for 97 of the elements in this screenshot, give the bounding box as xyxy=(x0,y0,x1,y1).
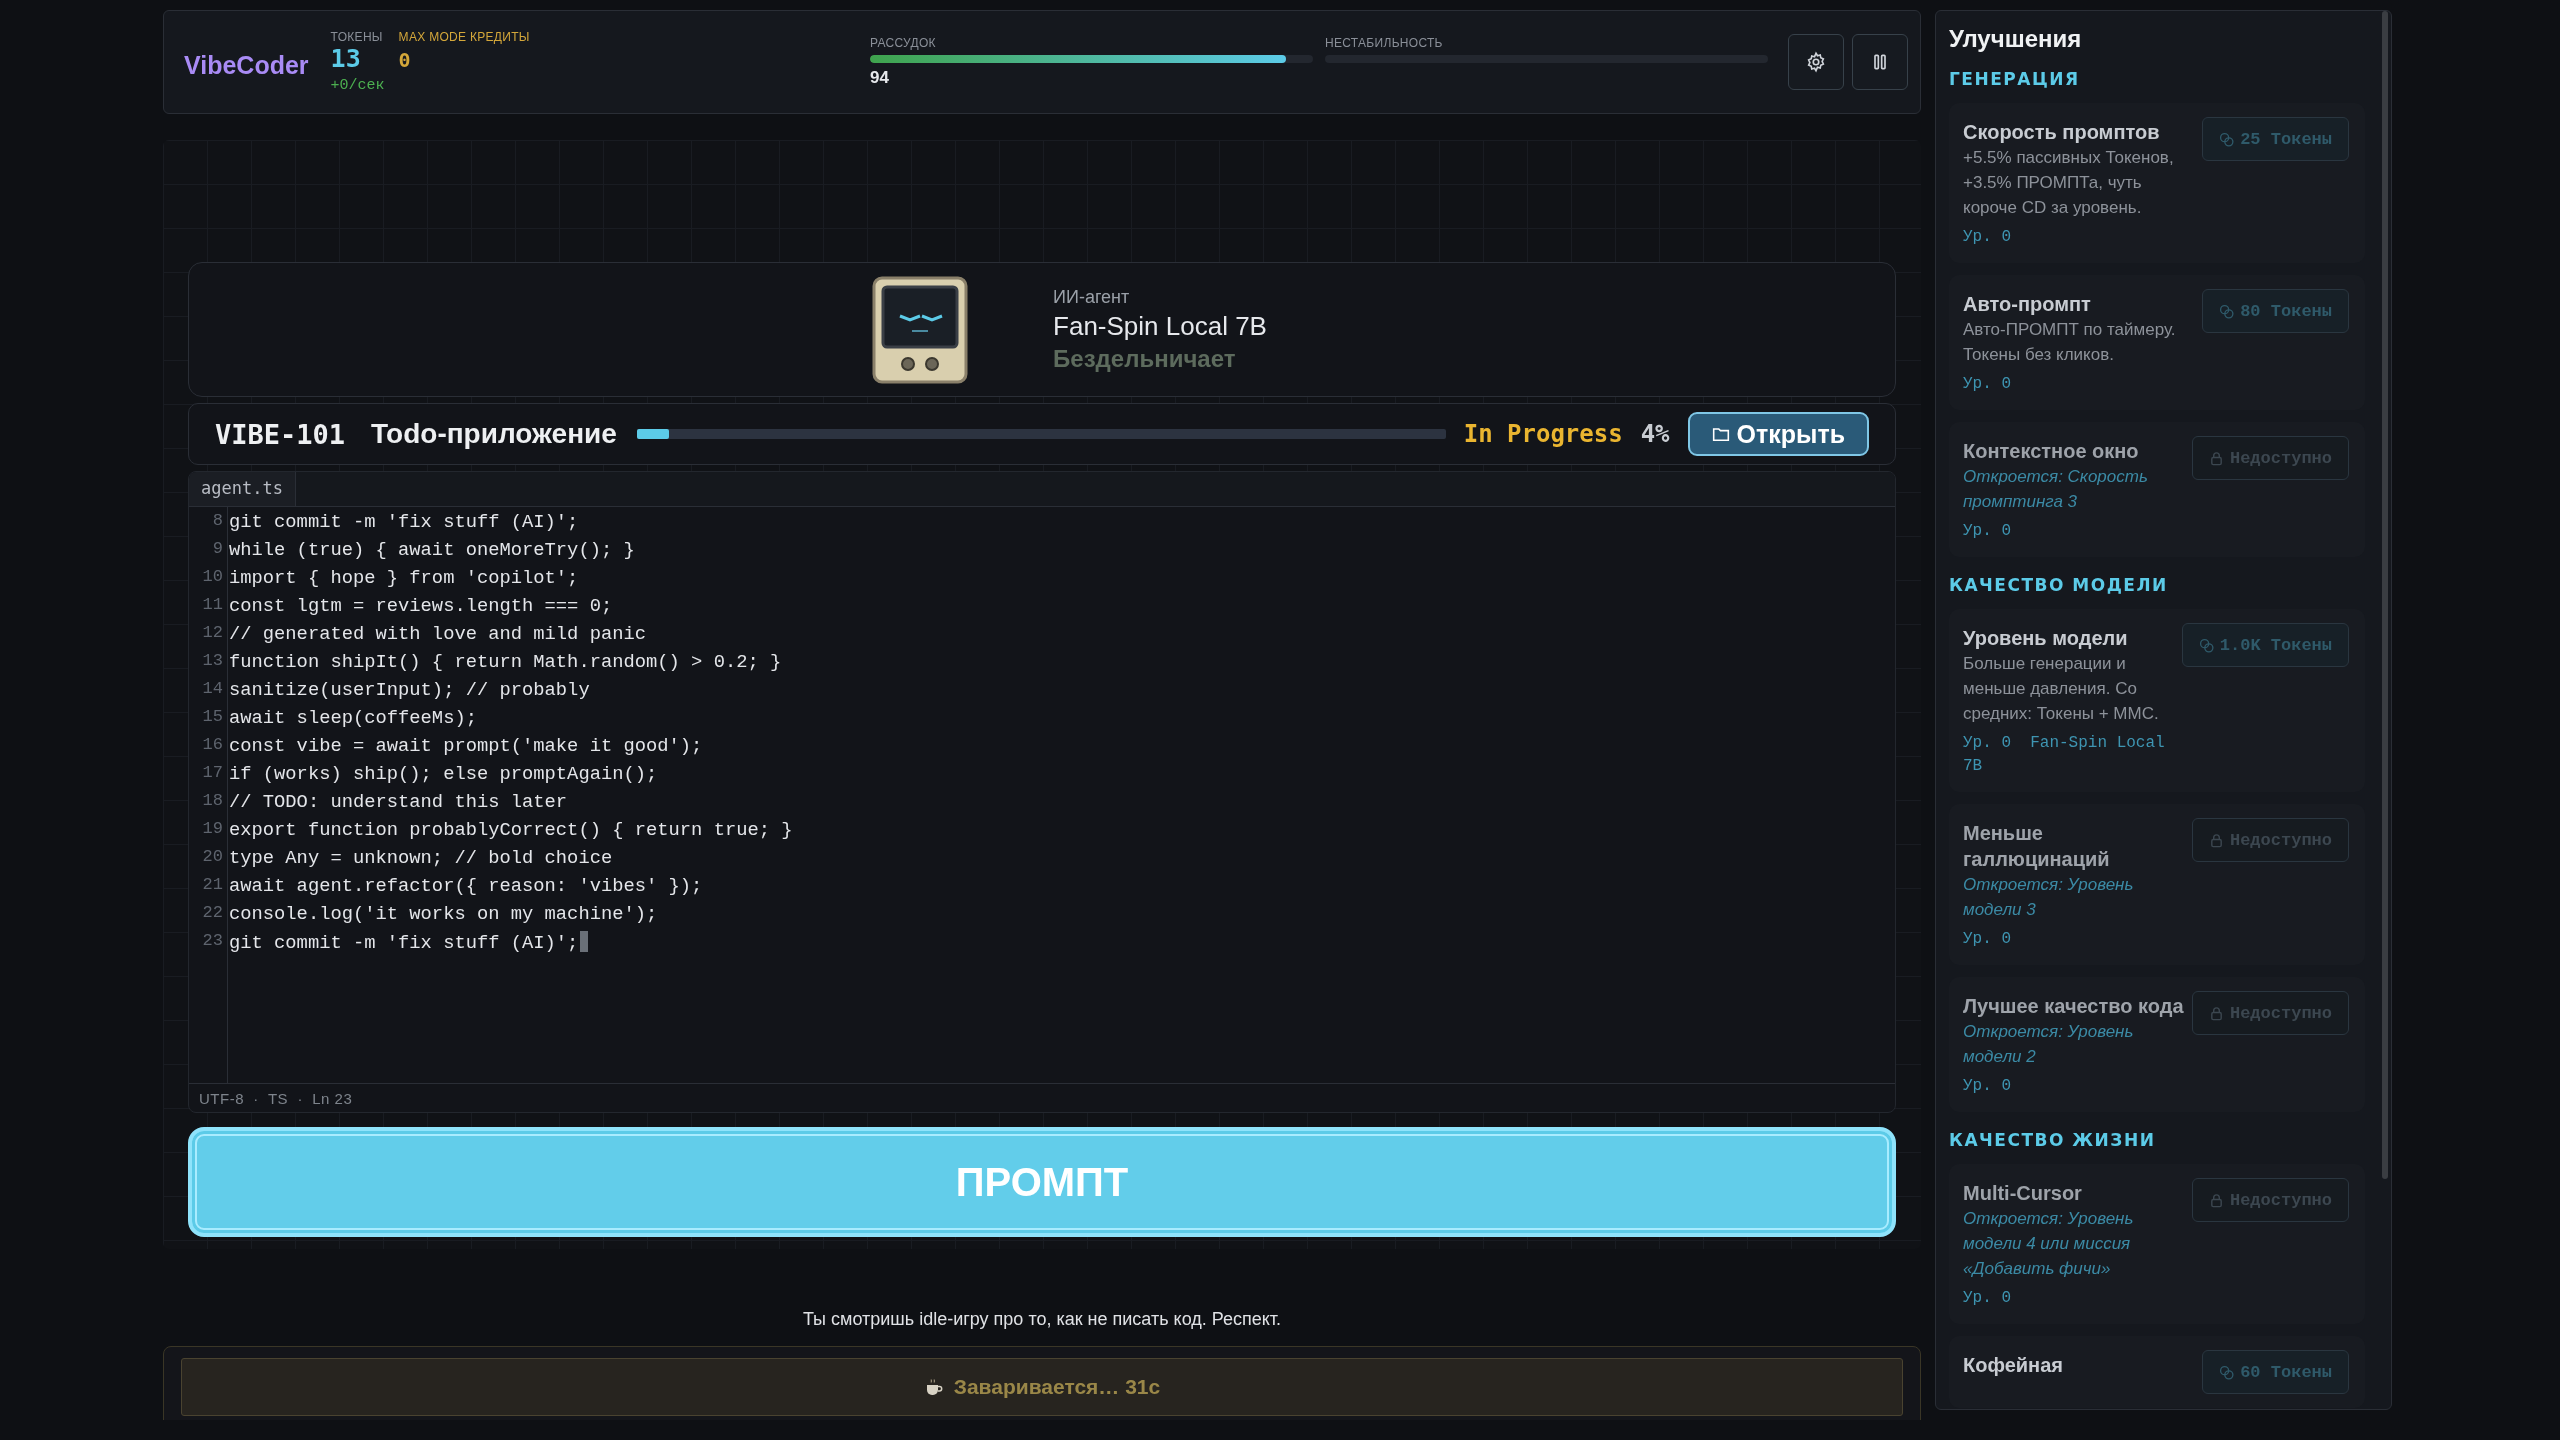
line-number: 8 xyxy=(211,511,224,532)
unlock-requirement: Откроется: Уровень модели 3 xyxy=(1963,874,2135,921)
task-status: In Progress xyxy=(1463,420,1623,448)
upgrade-title: Кофейная xyxy=(1963,1353,2063,1378)
code-line: function shipIt() { return Math.random() > 0.2; } xyxy=(228,651,783,675)
code-line: type Any = unknown; // bold choice xyxy=(228,847,614,871)
code-line: const vibe = await prompt('make it good'); xyxy=(228,735,704,759)
folder-icon xyxy=(1711,425,1730,443)
agent-role: ИИ-агент xyxy=(1053,286,1131,308)
monitor-icon xyxy=(872,275,969,384)
pause-button[interactable] xyxy=(1852,34,1908,90)
credits-label: MAX MODE КРЕДИТЫ xyxy=(398,30,530,44)
credits-count: 0 xyxy=(398,48,412,72)
upgrade-level: Ур. 0 xyxy=(1963,521,2011,542)
upgrade-title: Уровень модели xyxy=(1963,626,2128,651)
token-rate: +0/сек xyxy=(330,77,385,94)
coins-icon xyxy=(2198,637,2214,653)
upgrade-level: Ур. 0 Fan-Spin Local 7B xyxy=(1963,733,2166,777)
line-number: 20 xyxy=(201,847,224,868)
tokens-count: 13 xyxy=(330,44,362,73)
buy-button[interactable]: 60 Токены xyxy=(2202,1350,2349,1394)
settings-button[interactable] xyxy=(1788,34,1844,90)
prompt-button[interactable]: ПРОМПТ xyxy=(188,1127,1896,1237)
line-number: 13 xyxy=(201,651,224,672)
upgrade-title: Контекстное окно xyxy=(1963,439,2139,464)
code-line: await sleep(coffeeMs); xyxy=(228,707,478,731)
line-number: 18 xyxy=(201,791,224,812)
agent-name: Fan-Spin Local 7B xyxy=(1053,310,1267,342)
code-line: // TODO: understand this later xyxy=(228,791,569,815)
line-number: 11 xyxy=(201,595,224,616)
code-line: const lgtm = reviews.length === 0; xyxy=(228,595,614,619)
line-number: 21 xyxy=(201,875,224,896)
code-line: if (works) ship(); else promptAgain(); xyxy=(228,763,659,787)
line-number: 9 xyxy=(211,539,224,560)
code-line: while (true) { await oneMoreTry(); } xyxy=(228,539,636,563)
task-percent: 4% xyxy=(1640,420,1670,448)
editor-status: UTF-8 · TS · Ln 23 xyxy=(189,1083,1895,1112)
meter-reading: 94 xyxy=(870,68,890,88)
upgrade-title: Меньше галлюцинаций xyxy=(1963,821,2111,872)
coins-icon xyxy=(2219,131,2235,147)
unlock-requirement: Откроется: Скорость промптинга 3 xyxy=(1963,466,2149,513)
code-line: // generated with love and mild panic xyxy=(228,623,647,647)
upgrade-level: Ур. 0 xyxy=(1963,227,2011,248)
lock-icon xyxy=(2208,1005,2224,1021)
upgrade-level: Ур. 0 xyxy=(1963,1288,2011,1309)
line-number: 22 xyxy=(201,903,224,924)
lock-icon xyxy=(2208,450,2224,466)
coins-icon xyxy=(2219,1364,2235,1380)
meter-label: НЕСТАБИЛЬНОСТЬ xyxy=(1325,36,1444,50)
line-number: 15 xyxy=(201,707,224,728)
open-button[interactable]: Открыть xyxy=(1687,412,1869,456)
section-heading: ГЕНЕРАЦИЯ xyxy=(1949,69,2081,89)
meter-label: РАССУДОК xyxy=(870,36,937,50)
tagline-text: Ты смотришь idle-игру про то, как не писать код. Респект. xyxy=(802,1309,1282,1330)
code-line: export function probablyCorrect() { return true; } xyxy=(228,819,794,843)
buy-button[interactable]: 25 Токены xyxy=(2202,117,2349,161)
line-number: 10 xyxy=(201,567,224,588)
line-number: 16 xyxy=(201,735,224,756)
panel-title: Улучшения xyxy=(1949,25,2083,53)
coins-icon xyxy=(2219,303,2235,319)
task-title: Todo-приложение xyxy=(371,418,617,450)
brewing-text: Заваривается… 31с xyxy=(953,1375,1161,1399)
file-tab[interactable]: agent.ts xyxy=(189,472,296,506)
upgrade-description: Авто-ПРОМПТ по таймеру. Токены без кликов. xyxy=(1963,319,2177,366)
section-heading: КАЧЕСТВО МОДЕЛИ xyxy=(1949,575,2169,595)
task-id: VIBE-101 xyxy=(215,418,346,450)
upgrade-level: Ур. 0 xyxy=(1963,374,2011,395)
section-heading: КАЧЕСТВО ЖИЗНИ xyxy=(1949,1130,2157,1150)
code-line: sanitize(userInput); // probably xyxy=(228,679,591,703)
buy-button[interactable]: 80 Токены xyxy=(2202,289,2349,333)
settings-icon xyxy=(1805,51,1827,73)
upgrade-title: Скорость промптов xyxy=(1963,120,2160,145)
upgrade-title: Multi-Cursor xyxy=(1963,1181,2082,1206)
lock-icon xyxy=(2208,832,2224,848)
agent-status: Бездельничает xyxy=(1053,344,1237,373)
upgrade-level: Ур. 0 xyxy=(1963,1076,2011,1097)
upgrade-description: +5.5% пассивных Токенов, +3.5% ПРОМПТа, чуть короче CD за уровень. xyxy=(1963,147,2175,219)
buy-button[interactable]: 1.0K Токены xyxy=(2181,623,2349,667)
code-line: import { hope } from 'copilot'; xyxy=(228,567,580,591)
code-line: await agent.refactor({ reason: 'vibes' }); xyxy=(228,875,704,899)
upgrade-description: Больше генерации и меньше давления. Со средних: Токены + ММС. xyxy=(1963,653,2160,725)
app-logo[interactable]: VibeCoder xyxy=(184,50,309,80)
upgrade-title: Лучшее качество кода xyxy=(1963,994,2184,1019)
upgrade-title: Авто-промпт xyxy=(1963,292,2091,317)
line-number: 19 xyxy=(201,819,224,840)
line-number: 17 xyxy=(201,763,224,784)
line-number: 12 xyxy=(201,623,224,644)
code-line: git commit -m 'fix stuff (AI)'; xyxy=(228,511,580,535)
tokens-label: ТОКЕНЫ xyxy=(330,30,384,44)
unlock-requirement: Откроется: Уровень модели 2 xyxy=(1963,1021,2135,1068)
code-line: console.log('it works on my machine'); xyxy=(228,903,659,927)
lock-icon xyxy=(2208,1192,2224,1208)
code-line: git commit -m 'fix stuff (AI)'; xyxy=(227,931,1895,959)
line-number: 23 xyxy=(201,931,224,952)
upgrade-level: Ур. 0 xyxy=(1963,929,2011,950)
line-number: 14 xyxy=(201,679,224,700)
unlock-requirement: Откроется: Уровень модели 4 или миссия «Добавить фичи» xyxy=(1963,1208,2135,1280)
